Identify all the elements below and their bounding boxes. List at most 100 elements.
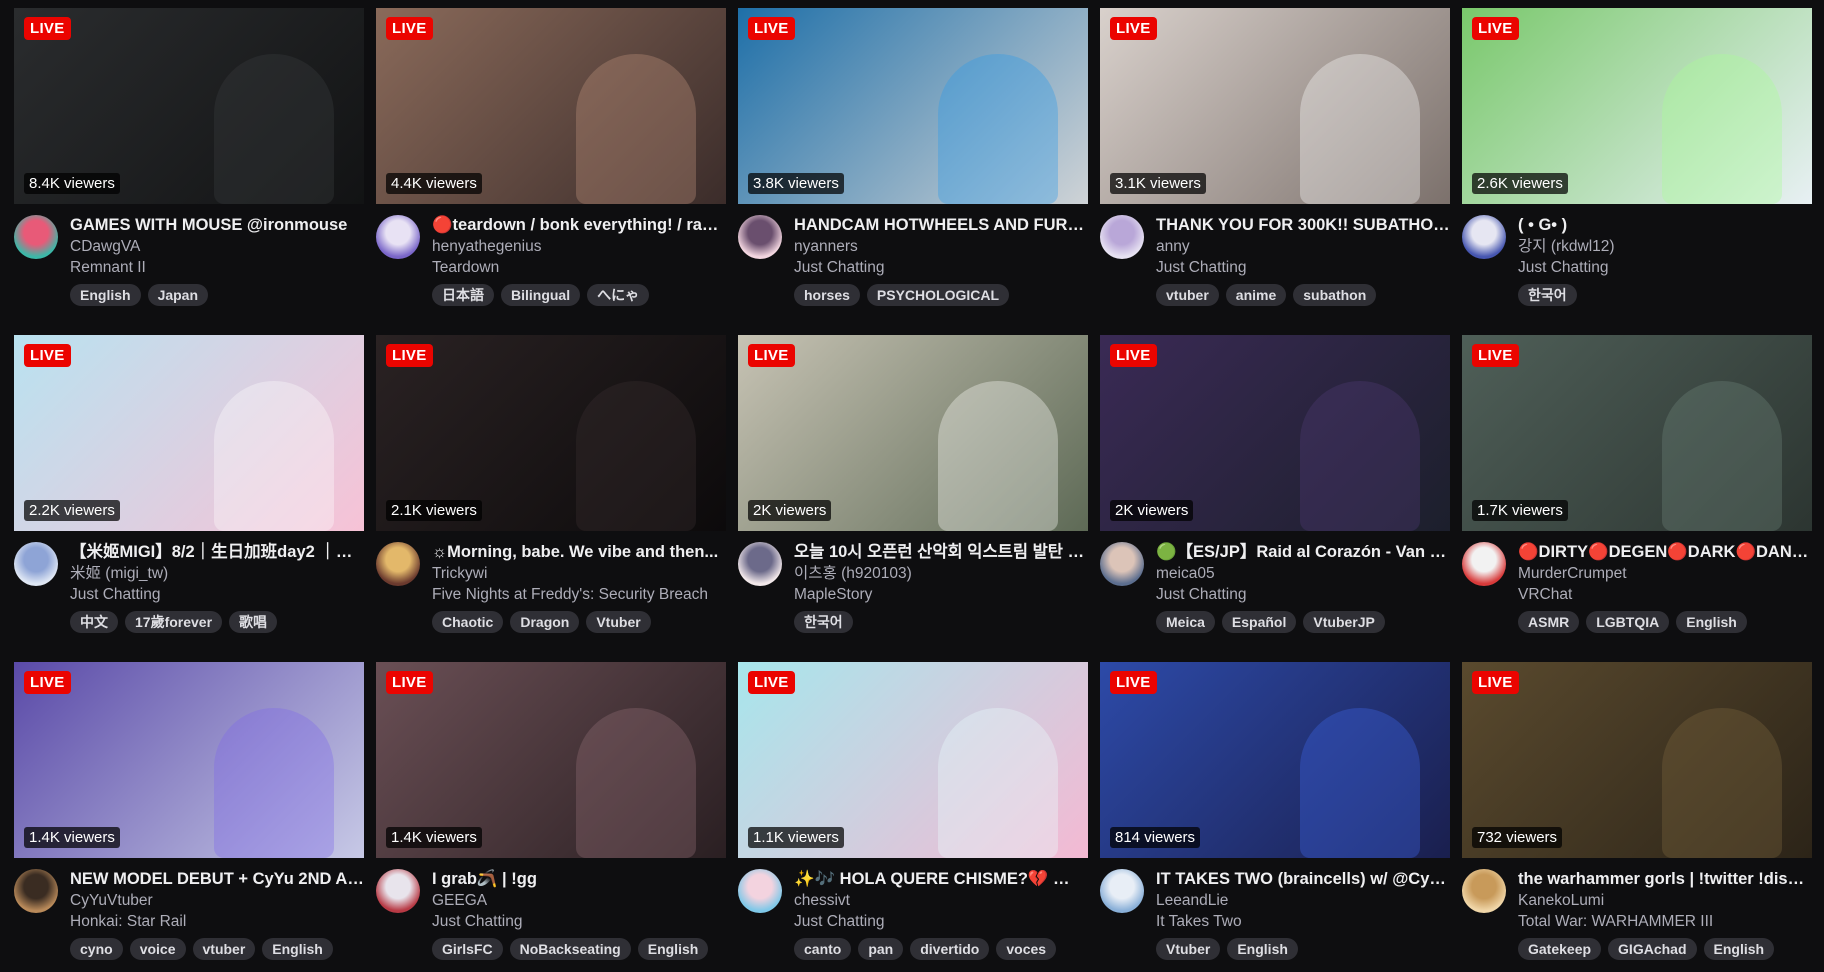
stream-thumbnail[interactable]: LIVE 1.4K viewers: [14, 662, 364, 858]
category-link[interactable]: Five Nights at Freddy's: Security Breach: [432, 584, 726, 605]
channel-name[interactable]: CDawgVA: [70, 236, 364, 257]
channel-avatar[interactable]: [14, 215, 58, 259]
stream-thumbnail[interactable]: LIVE 2K viewers: [1100, 335, 1450, 531]
stream-thumbnail[interactable]: LIVE 1.7K viewers: [1462, 335, 1812, 531]
channel-avatar[interactable]: [738, 542, 782, 586]
stream-tag[interactable]: 歌唱: [229, 611, 278, 633]
stream-title[interactable]: 【米姬MIGI】8/2｜生日加班day2 ｜睡覺: [70, 542, 364, 563]
stream-tag[interactable]: vtuber: [1156, 284, 1219, 306]
stream-tag[interactable]: voces: [996, 938, 1057, 960]
stream-title[interactable]: ✨🎶 HOLA QUERE CHISME?💔 ✨ - !ig: [794, 869, 1088, 890]
channel-name[interactable]: nyanners: [794, 236, 1088, 257]
stream-thumbnail[interactable]: LIVE 732 viewers: [1462, 662, 1812, 858]
stream-tag[interactable]: English: [637, 938, 709, 960]
channel-avatar[interactable]: [14, 542, 58, 586]
stream-tag[interactable]: VtuberJP: [1303, 611, 1385, 633]
stream-tag[interactable]: English: [1703, 938, 1775, 960]
stream-tag[interactable]: Meica: [1156, 611, 1215, 633]
stream-tag[interactable]: anime: [1225, 284, 1287, 306]
category-link[interactable]: Just Chatting: [432, 911, 726, 932]
stream-card[interactable]: LIVE 3.1K viewers THANK YOU FOR 300K!! SUB…: [1100, 8, 1450, 306]
stream-thumbnail[interactable]: LIVE 2.1K viewers: [376, 335, 726, 531]
category-link[interactable]: Honkai: Star Rail: [70, 911, 364, 932]
stream-thumbnail[interactable]: LIVE 8.4K viewers: [14, 8, 364, 204]
stream-tag[interactable]: 한국어: [1518, 284, 1577, 306]
channel-avatar[interactable]: [1462, 215, 1506, 259]
stream-tag[interactable]: Chaotic: [432, 611, 504, 633]
stream-thumbnail[interactable]: LIVE 1.4K viewers: [376, 662, 726, 858]
category-link[interactable]: It Takes Two: [1156, 911, 1450, 932]
channel-avatar[interactable]: [376, 215, 420, 259]
stream-card[interactable]: LIVE 1.7K viewers 🔴DIRTY🔴DEGEN🔴DARK🔴DANGER…: [1462, 335, 1812, 633]
channel-avatar[interactable]: [14, 869, 58, 913]
category-link[interactable]: Just Chatting: [70, 584, 364, 605]
channel-name[interactable]: Trickywi: [432, 563, 726, 584]
category-link[interactable]: Total War: WARHAMMER III: [1518, 911, 1812, 932]
category-link[interactable]: Just Chatting: [794, 257, 1088, 278]
channel-name[interactable]: LeeandLie: [1156, 890, 1450, 911]
channel-avatar[interactable]: [1100, 542, 1144, 586]
stream-tag[interactable]: LGBTQIA: [1586, 611, 1670, 633]
category-link[interactable]: Just Chatting: [1518, 257, 1812, 278]
stream-tag[interactable]: English: [1676, 611, 1747, 633]
stream-tag[interactable]: NoBackseating: [509, 938, 631, 960]
stream-title[interactable]: IT TAKES TWO (braincells) w/ @CyYuVtuber: [1156, 869, 1450, 890]
stream-thumbnail[interactable]: LIVE 2.6K viewers: [1462, 8, 1812, 204]
stream-tag[interactable]: subathon: [1293, 284, 1377, 306]
channel-name[interactable]: GEEGA: [432, 890, 726, 911]
stream-tag[interactable]: 한국어: [794, 611, 853, 633]
stream-tag[interactable]: Español: [1221, 611, 1297, 633]
stream-title[interactable]: THANK YOU FOR 300K!! SUBATHON DAY: [1156, 215, 1450, 236]
channel-avatar[interactable]: [738, 869, 782, 913]
stream-thumbnail[interactable]: LIVE 2.2K viewers: [14, 335, 364, 531]
stream-tag[interactable]: voice: [129, 938, 186, 960]
stream-card[interactable]: LIVE 2K viewers 오늘 10시 오픈런 산악회 익스트림 발탄 간다 이…: [738, 335, 1088, 633]
channel-name[interactable]: 米姬 (migi_tw): [70, 563, 364, 584]
stream-card[interactable]: LIVE 2.2K viewers 【米姬MIGI】8/2｜生日加班day2 ｜睡覺…: [14, 335, 364, 633]
stream-title[interactable]: 🟢【ES/JP】Raid al Corazón - Van a a: [1156, 542, 1450, 563]
stream-title[interactable]: GAMES WITH MOUSE @ironmouse: [70, 215, 364, 236]
stream-card[interactable]: LIVE 8.4K viewers GAMES WITH MOUSE @ironmo…: [14, 8, 364, 306]
stream-thumbnail[interactable]: LIVE 3.8K viewers: [738, 8, 1088, 204]
category-link[interactable]: Remnant II: [70, 257, 364, 278]
stream-title[interactable]: NEW MODEL DEBUT + CyYu 2ND ANNIV: [70, 869, 364, 890]
channel-avatar[interactable]: [376, 542, 420, 586]
stream-card[interactable]: LIVE 2K viewers 🟢【ES/JP】Raid al Corazón - …: [1100, 335, 1450, 633]
channel-name[interactable]: henyathegenius: [432, 236, 726, 257]
category-link[interactable]: MapleStory: [794, 584, 1088, 605]
channel-avatar[interactable]: [1100, 215, 1144, 259]
stream-card[interactable]: LIVE 1.4K viewers I grab🪃 | !gg GEEGA Just C…: [376, 662, 726, 960]
stream-tag[interactable]: horses: [794, 284, 860, 306]
stream-tag[interactable]: English: [70, 284, 141, 306]
stream-card[interactable]: LIVE 1.4K viewers NEW MODEL DEBUT + CyYu 2…: [14, 662, 364, 960]
channel-avatar[interactable]: [376, 869, 420, 913]
category-link[interactable]: VRChat: [1518, 584, 1812, 605]
stream-title[interactable]: 오늘 10시 오픈런 산악회 익스트림 발탄 간다: [794, 542, 1088, 563]
channel-name[interactable]: anny: [1156, 236, 1450, 257]
stream-tag[interactable]: cyno: [70, 938, 123, 960]
stream-card[interactable]: LIVE 2.1K viewers ☼Morning, babe. We vibe …: [376, 335, 726, 633]
stream-tag[interactable]: vtuber: [192, 938, 256, 960]
stream-tag[interactable]: 日本語: [432, 284, 494, 306]
channel-name[interactable]: 이츠홍 (h920103): [794, 563, 1088, 584]
stream-tag[interactable]: English: [1227, 938, 1298, 960]
channel-name[interactable]: CyYuVtuber: [70, 890, 364, 911]
stream-tag[interactable]: 17歲forever: [125, 611, 223, 633]
stream-tag[interactable]: ASMR: [1518, 611, 1580, 633]
channel-avatar[interactable]: [1462, 542, 1506, 586]
channel-avatar[interactable]: [1100, 869, 1144, 913]
stream-title[interactable]: I grab🪃 | !gg: [432, 869, 726, 890]
stream-thumbnail[interactable]: LIVE 814 viewers: [1100, 662, 1450, 858]
stream-tag[interactable]: divertido: [910, 938, 990, 960]
category-link[interactable]: Teardown: [432, 257, 726, 278]
stream-title[interactable]: 🔴DIRTY🔴DEGEN🔴DARK🔴DANGER: [1518, 542, 1812, 563]
channel-avatar[interactable]: [1462, 869, 1506, 913]
stream-tag[interactable]: GirlsFC: [432, 938, 503, 960]
stream-tag[interactable]: Bilingual: [501, 284, 581, 306]
stream-card[interactable]: LIVE 1.1K viewers ✨🎶 HOLA QUERE CHISME?💔 ✨…: [738, 662, 1088, 960]
stream-thumbnail[interactable]: LIVE 3.1K viewers: [1100, 8, 1450, 204]
channel-name[interactable]: MurderCrumpet: [1518, 563, 1812, 584]
channel-name[interactable]: KanekoLumi: [1518, 890, 1812, 911]
category-link[interactable]: Just Chatting: [1156, 257, 1450, 278]
stream-card[interactable]: LIVE 4.4K viewers 🔴teardown / bonk everyth…: [376, 8, 726, 306]
